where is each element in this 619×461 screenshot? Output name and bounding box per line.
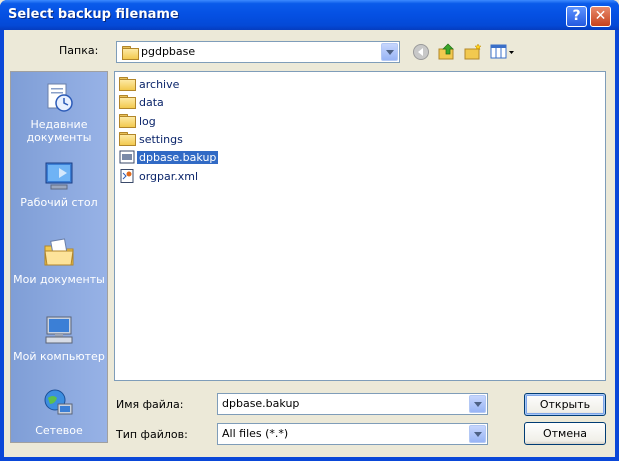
file-list[interactable]: archive data log settings dpbase.bakup o… (114, 71, 606, 381)
filename-label: Имя файла: (116, 398, 184, 411)
my-documents-icon (43, 237, 75, 269)
folder-icon (119, 77, 136, 91)
place-label: Мой компьютер (13, 350, 105, 363)
dialog-title: Select backup filename (8, 7, 179, 22)
generic-file-icon (119, 150, 135, 164)
place-my-computer[interactable]: Мой компьютер (11, 314, 107, 363)
cancel-button[interactable]: Отмена (524, 422, 606, 445)
file-name: orgpar.xml (139, 169, 199, 183)
back-icon[interactable] (412, 43, 430, 61)
title-bar[interactable]: Select backup filename ? ✕ (0, 0, 619, 30)
chevron-down-icon[interactable] (381, 43, 398, 61)
place-label: Сетевое (35, 424, 83, 437)
file-name: dpbase.bakup (135, 149, 220, 165)
file-name: data (139, 95, 164, 109)
place-desktop[interactable]: Рабочий стол (11, 160, 107, 209)
folder-icon (119, 114, 136, 128)
chevron-down-icon[interactable] (469, 425, 486, 443)
folder-icon (119, 132, 136, 146)
desktop-icon (43, 160, 75, 192)
file-name: log (139, 114, 156, 128)
list-item[interactable]: archive (119, 76, 181, 92)
folder-combobox[interactable]: pgdpbase (116, 41, 400, 63)
filename-input[interactable]: dpbase.bakup (217, 393, 488, 415)
place-recent-documents[interactable]: Недавние документы (11, 82, 107, 144)
chevron-down-icon[interactable] (469, 395, 486, 413)
list-item[interactable]: data (119, 94, 166, 110)
network-icon (43, 388, 75, 420)
list-item[interactable]: orgpar.xml (119, 168, 200, 184)
filetype-label: Тип файлов: (116, 428, 188, 441)
list-item-selected[interactable]: dpbase.bakup (119, 149, 220, 165)
places-bar: Недавние документы Рабочий стол Мои доку… (10, 71, 108, 443)
folder-icon (119, 95, 136, 109)
new-folder-icon[interactable] (464, 43, 482, 61)
close-button[interactable]: ✕ (590, 6, 611, 27)
file-name: archive (139, 77, 180, 91)
recent-documents-icon (43, 82, 75, 114)
list-item[interactable]: log (119, 113, 158, 129)
current-folder-name: pgdpbase (141, 45, 196, 58)
dialog-client-area: Папка: pgdpbase Недавние документы Рабоч… (4, 30, 615, 457)
dialog-window: Select backup filename ? ✕ Папка: pgdpba… (0, 0, 619, 461)
filename-value: dpbase.bakup (222, 397, 300, 410)
xml-file-icon (120, 169, 134, 183)
up-folder-icon[interactable] (438, 43, 456, 61)
place-label: Рабочий стол (20, 196, 98, 209)
list-item[interactable]: settings (119, 131, 185, 147)
open-button[interactable]: Открыть (524, 393, 606, 416)
my-computer-icon (43, 314, 75, 346)
place-label: Недавние документы (26, 118, 92, 144)
view-menu-icon[interactable] (490, 43, 516, 61)
place-label: Мои документы (13, 273, 105, 286)
place-my-documents[interactable]: Мои документы (11, 237, 107, 286)
place-network[interactable]: Сетевое (11, 388, 107, 437)
help-button[interactable]: ? (566, 6, 587, 27)
folder-icon (122, 46, 139, 60)
filetype-value: All files (*.*) (222, 427, 289, 440)
filetype-select[interactable]: All files (*.*) (217, 423, 488, 445)
folder-label: Папка: (59, 44, 99, 57)
file-name: settings (139, 132, 183, 146)
